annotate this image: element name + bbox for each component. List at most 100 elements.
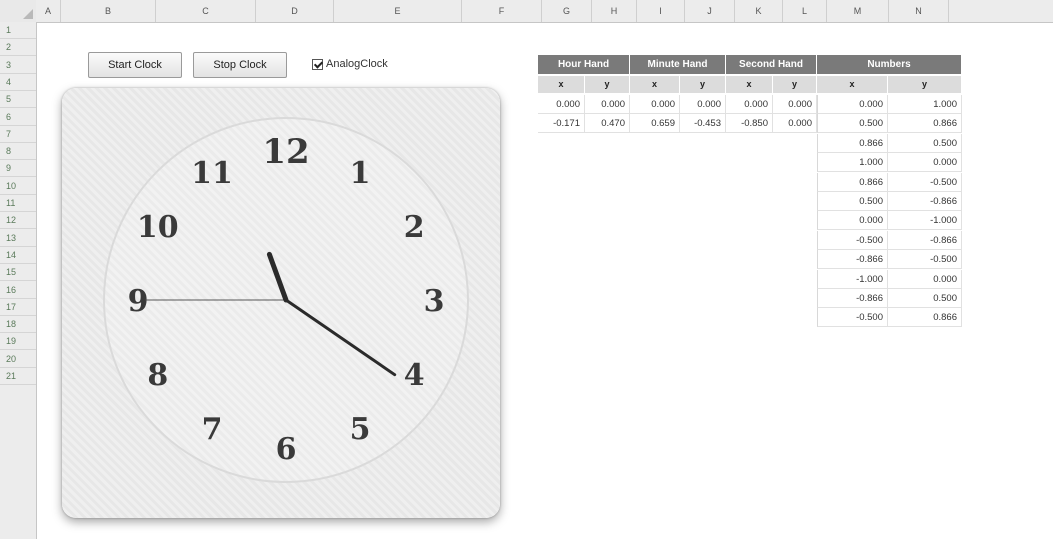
numbers-cell[interactable]: -0.500 — [817, 308, 888, 328]
stop-clock-button[interactable]: Stop Clock — [193, 52, 287, 78]
row-header-1[interactable]: 1 — [0, 22, 36, 39]
table-cell[interactable]: 0.000 — [773, 114, 817, 134]
row-header-6[interactable]: 6 — [0, 109, 36, 126]
row-header-15[interactable]: 15 — [0, 264, 36, 282]
table-cell[interactable]: 0.470 — [585, 114, 630, 134]
row-header-9[interactable]: 9 — [0, 160, 36, 178]
select-all-corner[interactable] — [0, 0, 37, 23]
column-header-a[interactable]: A — [36, 0, 61, 22]
column-header-f[interactable]: F — [462, 0, 542, 22]
numbers-cell[interactable]: -0.866 — [888, 230, 962, 250]
table-cell[interactable]: -0.850 — [726, 114, 773, 134]
numbers-cell[interactable]: 1.000 — [888, 95, 962, 114]
row-header-5[interactable]: 5 — [0, 91, 36, 109]
row-header-17[interactable]: 17 — [0, 299, 36, 316]
clock-numeral-4: 4 — [404, 358, 425, 393]
row-headers: 1 2 3 4 5 6 7 8 9 10 11 12 13 14 15 16 17 18 19 20 21 — [0, 22, 37, 539]
numbers-cell[interactable]: -0.500 — [817, 230, 888, 250]
row-header-19[interactable]: 19 — [0, 333, 36, 351]
numbers-cell[interactable]: 0.500 — [817, 192, 888, 211]
row-header-4[interactable]: 4 — [0, 74, 36, 91]
numbers-cell[interactable]: -1.000 — [817, 269, 888, 289]
checkbox-checked-icon[interactable] — [312, 58, 323, 70]
sub-header-x: x — [817, 76, 888, 93]
clock-numeral-8: 8 — [147, 358, 168, 393]
clock-numeral-9: 9 — [128, 284, 149, 319]
clock-numeral-12: 12 — [262, 132, 309, 172]
table-cell[interactable]: 0.000 — [773, 95, 817, 114]
row-header-20[interactable]: 20 — [0, 351, 36, 368]
numbers-cell[interactable]: 0.500 — [888, 289, 962, 308]
numbers-cell[interactable]: -0.866 — [817, 289, 888, 308]
numbers-cell[interactable]: 0.000 — [817, 211, 888, 231]
sub-header-y: y — [585, 76, 630, 93]
clock-numeral-3: 3 — [424, 284, 445, 319]
start-clock-button[interactable]: Start Clock — [88, 52, 182, 78]
row-header-10[interactable]: 10 — [0, 178, 36, 195]
row-header-8[interactable]: 8 — [0, 143, 36, 161]
numbers-cell[interactable]: 1.000 — [817, 153, 888, 173]
column-header-g[interactable]: G — [542, 0, 592, 22]
sub-header-x: x — [538, 76, 585, 93]
table-cell[interactable]: 0.000 — [538, 95, 585, 114]
sub-header-x: x — [726, 76, 773, 93]
clock-numeral-11: 11 — [191, 156, 233, 191]
column-header-i[interactable]: I — [637, 0, 685, 22]
column-header-c[interactable]: C — [156, 0, 256, 22]
numbers-cell[interactable]: -0.500 — [888, 172, 962, 192]
row-header-13[interactable]: 13 — [0, 230, 36, 247]
analog-clock-checkbox[interactable]: AnalogClock — [312, 57, 388, 71]
row-header-16[interactable]: 16 — [0, 282, 36, 299]
numbers-cell[interactable]: 0.000 — [817, 95, 888, 114]
column-header-b[interactable]: B — [61, 0, 156, 22]
numbers-cell[interactable]: 0.000 — [888, 153, 962, 173]
table-cell[interactable]: 0.000 — [585, 95, 630, 114]
sub-header-y: y — [680, 76, 726, 93]
table-cell[interactable]: 0.000 — [680, 95, 726, 114]
numbers-cell[interactable]: -1.000 — [888, 211, 962, 231]
group-header-hour-hand: Hour Hand — [538, 55, 630, 74]
column-header-e[interactable]: E — [334, 0, 462, 22]
numbers-cell[interactable]: 0.866 — [888, 114, 962, 134]
row-header-18[interactable]: 18 — [0, 316, 36, 334]
clock-numeral-5: 5 — [350, 412, 371, 447]
column-header-k[interactable]: K — [735, 0, 783, 22]
table-cell[interactable]: 0.000 — [630, 95, 680, 114]
clock-numeral-7: 7 — [202, 412, 223, 447]
row-header-3[interactable]: 3 — [0, 57, 36, 74]
numbers-cell[interactable]: -0.500 — [888, 250, 962, 270]
sub-header-y: y — [773, 76, 817, 93]
numbers-cell[interactable]: 0.866 — [817, 172, 888, 192]
group-header-minute-hand: Minute Hand — [630, 55, 726, 74]
row-header-12[interactable]: 12 — [0, 212, 36, 230]
row-header-14[interactable]: 14 — [0, 247, 36, 264]
numbers-cell[interactable]: 0.866 — [817, 133, 888, 153]
column-header-l[interactable]: L — [783, 0, 827, 22]
column-header-n[interactable]: N — [889, 0, 949, 22]
column-header-h[interactable]: H — [592, 0, 637, 22]
row-header-7[interactable]: 7 — [0, 126, 36, 143]
column-header-j[interactable]: J — [685, 0, 735, 22]
table-cell[interactable]: 0.000 — [726, 95, 773, 114]
row-header-11[interactable]: 11 — [0, 195, 36, 212]
numbers-cell[interactable]: 0.500 — [888, 133, 962, 153]
row-header-21[interactable]: 21 — [0, 368, 36, 385]
clock-panel: 12 1 2 3 4 5 6 7 8 9 10 11 — [62, 88, 500, 518]
clock-numeral-1: 1 — [350, 156, 371, 191]
numbers-cell[interactable]: -0.866 — [817, 250, 888, 270]
sub-header-y: y — [888, 76, 962, 93]
analog-clock-face: 12 12 3 45 6 78 9 10 11 — [103, 117, 469, 483]
numbers-cell[interactable]: -0.866 — [888, 192, 962, 211]
numbers-cell[interactable]: 0.500 — [817, 114, 888, 134]
clock-numeral-10: 10 — [137, 210, 179, 245]
sub-header-x: x — [630, 76, 680, 93]
table-cell[interactable]: 0.659 — [630, 114, 680, 134]
table-cell[interactable]: -0.453 — [680, 114, 726, 134]
group-header-second-hand: Second Hand — [726, 55, 817, 74]
numbers-cell[interactable]: 0.000 — [888, 269, 962, 289]
column-header-m[interactable]: M — [827, 0, 889, 22]
column-header-d[interactable]: D — [256, 0, 334, 22]
row-header-2[interactable]: 2 — [0, 39, 36, 57]
numbers-cell[interactable]: 0.866 — [888, 308, 962, 328]
table-cell[interactable]: -0.171 — [538, 114, 585, 134]
